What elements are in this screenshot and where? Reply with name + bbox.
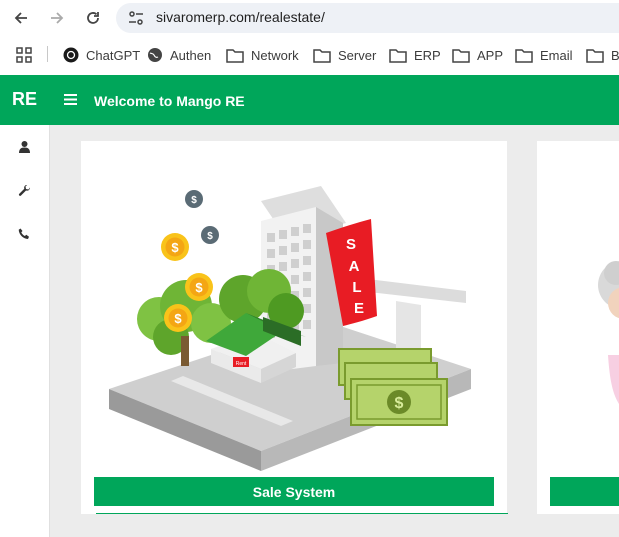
phone-icon — [18, 228, 29, 239]
sale-system-button[interactable]: Sale System — [94, 477, 494, 506]
reload-button[interactable] — [81, 6, 105, 30]
svg-text:L: L — [352, 279, 361, 296]
bookmark-label: APP — [477, 47, 504, 63]
bookmark-erp[interactable]: ERP — [389, 46, 441, 64]
svg-text:$: $ — [195, 280, 203, 295]
folder-icon — [389, 48, 407, 63]
bookmark-network[interactable]: Network — [226, 46, 299, 64]
folder-icon — [313, 48, 331, 63]
chatgpt-icon — [63, 47, 79, 63]
second-card-illustration — [598, 261, 619, 404]
sidebar — [0, 125, 50, 537]
wrench-icon — [18, 184, 30, 196]
bookmark-label: Server — [338, 47, 377, 63]
bookmark-ba[interactable]: Ba — [586, 46, 619, 64]
coin-icon: $ — [164, 304, 192, 332]
svg-text:$: $ — [395, 395, 404, 412]
user-icon — [18, 141, 30, 153]
bookmark-authen[interactable]: Authen — [147, 46, 211, 64]
dollar-badge-icon: $ — [185, 190, 203, 208]
coin-icon: $ — [161, 233, 189, 261]
sidebar-item-settings[interactable] — [14, 181, 34, 201]
apps-button[interactable] — [16, 46, 39, 64]
coin-icon: $ — [185, 273, 213, 301]
folder-icon — [226, 48, 244, 63]
bookmark-server[interactable]: Server — [313, 46, 376, 64]
sidebar-item-user[interactable] — [14, 137, 34, 157]
bookmark-label: Authen — [170, 47, 212, 63]
folder-icon — [452, 48, 470, 63]
forward-button[interactable] — [45, 6, 69, 30]
bookmark-separator — [47, 46, 48, 62]
svg-text:S: S — [346, 236, 356, 253]
svg-text:$: $ — [191, 195, 197, 206]
sidebar-item-contact[interactable] — [14, 224, 34, 244]
svg-text:$: $ — [171, 240, 179, 255]
reload-icon — [87, 12, 99, 24]
second-card-button[interactable] — [550, 477, 619, 506]
svg-text:A: A — [349, 258, 360, 275]
bookmark-label: ERP — [414, 47, 441, 63]
page-title: Welcome to Mango RE — [94, 93, 245, 109]
svg-text:$: $ — [207, 231, 213, 242]
back-button[interactable] — [9, 6, 33, 30]
bookmark-chatgpt[interactable]: ChatGPT — [63, 46, 140, 64]
cash-stack-icon: $ — [338, 348, 448, 426]
app-header: RE Welcome to Mango RE — [0, 75, 619, 125]
svg-text:$: $ — [174, 311, 182, 326]
svg-text:E: E — [354, 300, 364, 317]
dollar-badge-icon: $ — [201, 226, 219, 244]
apps-grid-icon — [16, 47, 32, 63]
bookmark-app[interactable]: APP — [452, 46, 503, 64]
folder-icon — [586, 48, 604, 63]
divider — [96, 513, 508, 514]
arrow-left-icon — [14, 12, 27, 24]
url-text: sivaromerp.com/realestate/ — [156, 9, 325, 25]
globe-icon — [148, 48, 162, 62]
bookmarks-bar: ChatGPT Authen Network Server ERP APP Em… — [0, 36, 619, 72]
menu-toggle-icon[interactable] — [64, 93, 78, 106]
bookmark-label: Email — [540, 47, 573, 63]
arrow-right-icon — [51, 12, 64, 24]
bookmark-label: Ba — [611, 47, 619, 63]
bookmark-label: Network — [251, 47, 299, 63]
site-settings-icon[interactable] — [127, 9, 145, 27]
brand-logo[interactable]: RE — [12, 89, 37, 110]
real-estate-illustration: S A L E Rent $ $ $ $ $ $ — [109, 186, 471, 471]
bookmark-email[interactable]: Email — [515, 46, 573, 64]
browser-toolbar: sivaromerp.com/realestate/ — [0, 0, 619, 36]
rent-sign: Rent — [236, 361, 247, 367]
folder-icon — [515, 48, 533, 63]
bookmark-label: ChatGPT — [86, 47, 141, 63]
